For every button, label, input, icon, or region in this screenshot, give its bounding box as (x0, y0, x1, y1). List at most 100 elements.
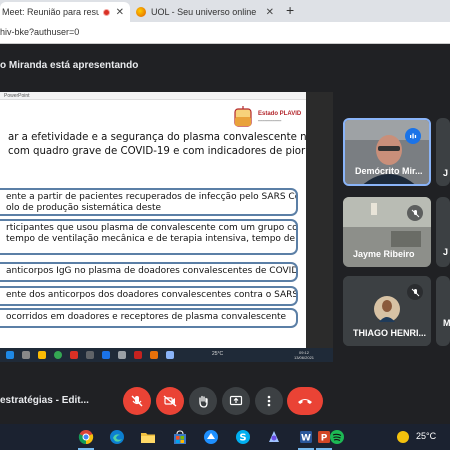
presented-date: 13/06/2021 (294, 355, 315, 360)
participant-tile-democrito[interactable]: Demócrito Mir... (343, 118, 431, 186)
edge-icon (110, 430, 124, 444)
word-icon: W (300, 431, 312, 444)
present-button[interactable] (222, 387, 250, 415)
weather-sun-icon (397, 431, 409, 443)
more-options-icon (267, 395, 271, 407)
edge-taskbar-button[interactable] (109, 429, 125, 445)
powerpoint-icon (150, 351, 158, 359)
slide-box-line: olo de produção sistemática deste (6, 203, 162, 213)
address-bar[interactable]: hiv-bke?authuser=0 (0, 22, 450, 44)
photos-icon (269, 431, 279, 442)
slide-objective-box: ente a partir de pacientes recuperados d… (0, 188, 298, 216)
participant-tile-cut[interactable]: M (436, 276, 450, 346)
slide-box-line: ente a partir de pacientes recuperados d… (6, 192, 298, 202)
slide-objective-box: ocorridos em doadores e receptores de pl… (0, 308, 298, 328)
close-icon[interactable]: ✕ (266, 7, 274, 18)
chrome-icon (78, 430, 94, 445)
tab-title: Meet: Reunião para resultad (2, 7, 99, 17)
participant-tile-cut[interactable]: J (436, 197, 450, 267)
slide-box-line: rticipantes que usou plasma de convalesc… (6, 223, 298, 233)
file-explorer-icon (141, 433, 155, 443)
app-icon (204, 430, 218, 444)
slide-objective-line: ar a efetividade e a segurança do plasma… (8, 132, 313, 143)
tab-uol[interactable]: UOL - Seu universo online ✕ (132, 2, 280, 22)
slide-objective-box: rticipantes que usou plasma de convalesc… (0, 219, 298, 255)
slide-objective-box: anticorpos IgG no plasma de doadores con… (0, 262, 298, 282)
present-screen-icon (229, 395, 243, 406)
windows-taskbar: S W P 25°C (0, 424, 450, 450)
app-taskbar-button[interactable] (203, 429, 219, 445)
svg-text:S: S (239, 433, 246, 444)
presented-taskbar: 25°C 09:12 13/06/2021 (0, 348, 333, 362)
app-icon (134, 351, 142, 359)
slide-objective-line: com quadro grave de COVID-19 e com indic… (8, 146, 306, 157)
mic-toggle-button[interactable] (123, 387, 151, 415)
plasma-bag-icon (234, 106, 252, 127)
word-taskbar-button[interactable]: W (298, 429, 314, 445)
plavid-logo: Estado PLAVID ━━━━━━━━━━━ (232, 104, 306, 132)
logo-title: Estado PLAVID (258, 111, 302, 117)
camera-off-icon (163, 395, 177, 407)
folder-icon (38, 351, 46, 359)
browser-tab-strip: Meet: Reunião para resultad ✕ UOL - Seu … (0, 0, 450, 22)
url-text[interactable]: hiv-bke?authuser=0 (0, 27, 79, 37)
slide-box-line: ente dos anticorpos dos doadores convale… (6, 290, 298, 300)
app-icon (118, 351, 126, 359)
uol-favicon-icon (136, 7, 146, 17)
participant-tile-cut[interactable]: J (436, 118, 450, 186)
close-icon[interactable]: ✕ (116, 7, 124, 18)
speaking-indicator-icon (405, 128, 421, 144)
store-icon (174, 430, 186, 444)
tab-title: UOL - Seu universo online (151, 7, 257, 17)
svg-text:P: P (321, 434, 328, 444)
presented-weather: 25°C (212, 351, 224, 357)
camera-toggle-button[interactable] (156, 387, 184, 415)
app-icon (70, 351, 78, 359)
mic-off-icon (407, 205, 423, 221)
participant-name: J (443, 168, 449, 178)
participant-name: THIAGO HENRI... (353, 328, 427, 338)
presentation-side-panel (306, 92, 333, 360)
svg-text:W: W (301, 434, 311, 444)
tab-meet[interactable]: Meet: Reunião para resultad ✕ (0, 2, 130, 22)
skype-icon: S (236, 430, 250, 444)
mic-off-icon (407, 284, 423, 300)
meeting-title: estratégias - Edit... (0, 395, 89, 406)
participant-name: M (443, 318, 450, 328)
participant-tile-jayme[interactable]: Jayme Ribeiro (343, 197, 431, 267)
app-title: PowerPoint (4, 93, 30, 99)
chrome-icon (54, 351, 62, 359)
participant-name: J (443, 247, 449, 257)
app-icon (166, 351, 174, 359)
slide-box-line: tempo de ventilação mecânica e de terapi… (6, 234, 296, 244)
spotify-icon (330, 430, 344, 444)
raise-hand-icon (199, 395, 208, 408)
windows-start-icon (6, 351, 14, 359)
logo-subtitle: ━━━━━━━━━━━ (258, 119, 282, 123)
photos-taskbar-button[interactable] (266, 429, 282, 445)
more-options-button[interactable] (255, 387, 283, 415)
app-icon (102, 351, 110, 359)
participant-name: Demócrito Mir... (355, 166, 423, 176)
slide-box-line: ocorridos em doadores e receptores de pl… (6, 312, 287, 322)
slide-box-line: anticorpos IgG no plasma de doadores con… (6, 266, 298, 276)
raise-hand-button[interactable] (189, 387, 217, 415)
chrome-taskbar-button[interactable] (78, 429, 94, 445)
weather-temperature[interactable]: 25°C (416, 431, 436, 441)
shared-screen: PowerPoint Estado PLAVID ━━━━━━━━━━━ ar … (0, 92, 333, 360)
presented-clock: 09:12 13/06/2021 (294, 350, 314, 360)
new-tab-button[interactable]: + (286, 2, 294, 18)
participant-tile-thiago[interactable]: THIAGO HENRI... (343, 276, 431, 346)
app-icon (86, 351, 94, 359)
slide-objective-box: ente dos anticorpos dos doadores convale… (0, 286, 298, 306)
file-explorer-taskbar-button[interactable] (140, 429, 156, 445)
presenting-banner: o Miranda está apresentando (0, 60, 139, 71)
leave-call-button[interactable] (287, 387, 323, 415)
hangup-icon (298, 399, 312, 404)
skype-taskbar-button[interactable]: S (235, 429, 251, 445)
spotify-taskbar-button[interactable] (329, 429, 345, 445)
search-icon (22, 351, 30, 359)
powerpoint-titlebar: PowerPoint (0, 92, 333, 100)
recording-icon (102, 8, 110, 16)
store-taskbar-button[interactable] (172, 429, 188, 445)
